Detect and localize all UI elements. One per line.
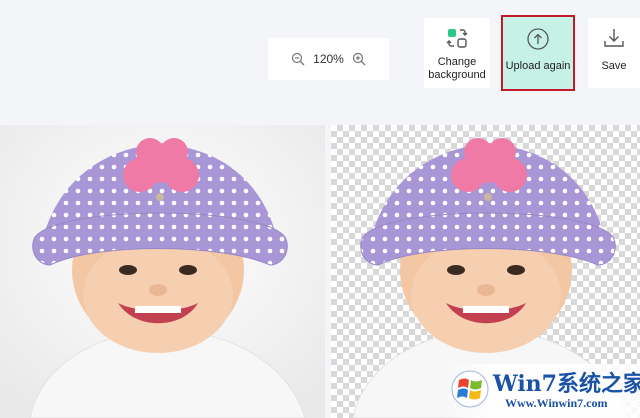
- save-label: Save: [601, 60, 627, 72]
- watermark-url: Www.Winwin7.com: [505, 396, 608, 410]
- zoom-out-icon[interactable]: [291, 52, 305, 66]
- upload-again-button[interactable]: Upload again: [501, 15, 575, 91]
- swap-background-icon: [446, 29, 468, 48]
- download-icon: [604, 29, 624, 47]
- upload-icon: [527, 28, 549, 50]
- watermark: Win7系统之家 Www.Winwin7.com: [443, 364, 640, 418]
- toolbar: 120% Change background Upload again Save: [0, 0, 640, 125]
- upload-again-label: Upload again: [505, 60, 571, 72]
- watermark-title: Win7系统之家: [493, 371, 640, 397]
- zoom-control: 120%: [268, 38, 389, 80]
- original-image-panel: [0, 125, 325, 418]
- zoom-level: 120%: [313, 52, 344, 66]
- original-photo: [0, 125, 325, 418]
- save-button[interactable]: Save: [588, 18, 640, 88]
- zoom-in-icon[interactable]: [352, 52, 366, 66]
- change-background-label: Change background: [428, 56, 486, 81]
- windows-logo-icon: [451, 370, 489, 408]
- change-background-button[interactable]: Change background: [424, 18, 490, 88]
